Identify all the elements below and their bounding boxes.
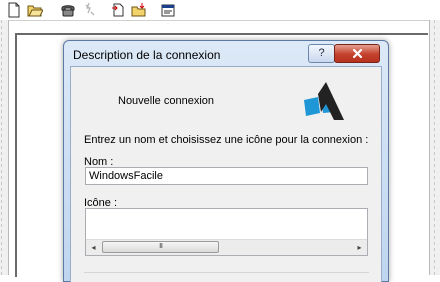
properties-icon[interactable] [160, 2, 176, 18]
icon-list-scrollbar[interactable]: ◂ III ▸ [86, 239, 367, 255]
right-scroll-strip [429, 20, 440, 275]
receive-icon[interactable] [131, 2, 147, 18]
divider [84, 272, 369, 273]
open-folder-icon[interactable] [27, 2, 43, 18]
close-button[interactable] [334, 44, 380, 63]
send-icon[interactable] [111, 2, 127, 18]
scroll-right-arrow-icon[interactable]: ▸ [352, 240, 367, 255]
new-document-icon[interactable] [6, 2, 22, 18]
scroll-thumb[interactable]: III [102, 241, 219, 253]
phone-icon[interactable] [60, 2, 76, 18]
icon-list[interactable]: ◂ III ▸ [85, 208, 368, 256]
close-icon [352, 48, 362, 58]
help-button[interactable]: ? [308, 44, 335, 63]
disconnect-icon[interactable] [82, 2, 98, 18]
hyperterminal-toolbar [0, 0, 440, 21]
name-input[interactable] [85, 167, 368, 185]
connection-name-label: Nouvelle connexion [118, 95, 215, 107]
windowsfacile-logo [304, 82, 344, 120]
instruction-text: Entrez un nom et choisissez une icône po… [84, 134, 369, 146]
dialog-title: Description de la connexion [73, 48, 221, 62]
scroll-left-arrow-icon[interactable]: ◂ [86, 240, 101, 255]
dialog-body: Nouvelle connexion Entrez un nom et choi… [70, 66, 382, 282]
left-window-frame [0, 20, 9, 275]
connection-description-dialog: Description de la connexion ? Nouvelle c… [63, 40, 389, 282]
